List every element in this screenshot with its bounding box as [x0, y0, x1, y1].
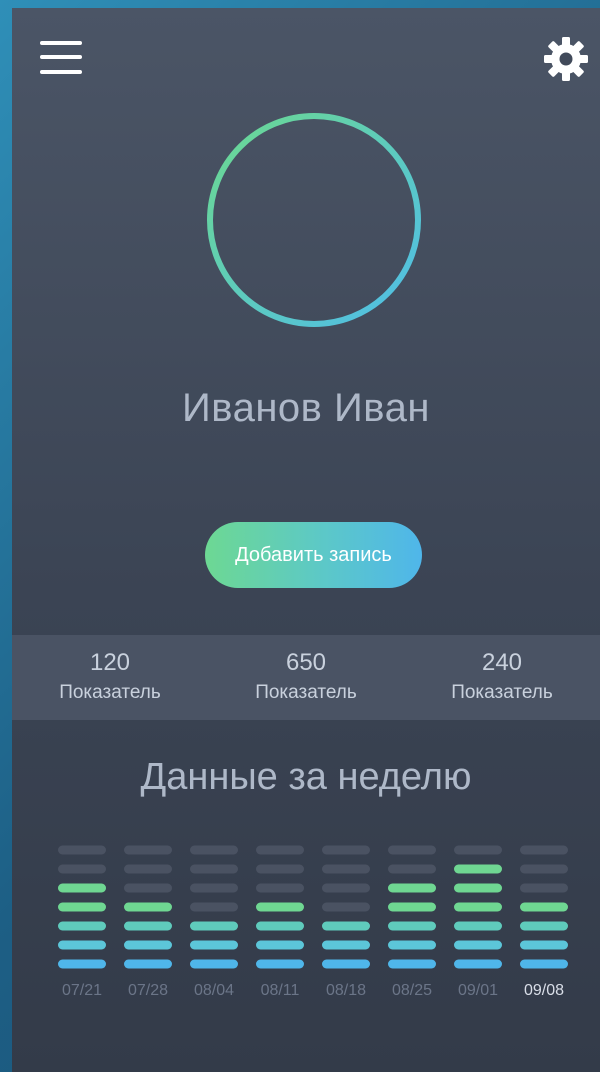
menu-line	[40, 41, 82, 45]
bar-segment-filled	[388, 883, 436, 893]
stat-value: 120	[89, 649, 131, 676]
weekly-bar-chart: 07/21 07/28 08/04 08/11 08/18 08/25 09/01 09/08	[58, 845, 568, 999]
stat-label: Показатель	[59, 682, 161, 703]
bar-segment-empty	[256, 845, 304, 855]
bar-segment-filled	[256, 902, 304, 912]
settings-button[interactable]	[542, 35, 590, 83]
bar-segment-empty	[124, 883, 172, 893]
bar-segment-empty	[58, 845, 106, 855]
week-bar-09-08	[520, 845, 568, 969]
bar-segment-empty	[322, 883, 370, 893]
bar-segment-filled	[520, 902, 568, 912]
bar-segment-filled	[256, 959, 304, 969]
week-bar-08-11	[256, 845, 304, 969]
bar-segment-filled	[58, 902, 106, 912]
bar-segment-empty	[190, 864, 238, 874]
stat-label: Показатель	[451, 682, 553, 703]
bar-segment-empty	[58, 864, 106, 874]
bar-segment-empty	[190, 883, 238, 893]
bar-segment-filled	[520, 921, 568, 931]
bar-segment-filled	[256, 940, 304, 950]
bar-segment-empty	[520, 864, 568, 874]
week-date-label[interactable]: 09/08	[524, 982, 564, 999]
user-name: Иванов Иван	[182, 386, 430, 430]
bar-segment-filled	[124, 959, 172, 969]
week-date-label[interactable]: 08/04	[194, 982, 234, 999]
bar-segment-filled	[454, 902, 502, 912]
bar-segment-filled	[190, 959, 238, 969]
gear-icon	[544, 37, 588, 81]
bar-segment-filled	[322, 959, 370, 969]
stat-value: 650	[285, 649, 327, 676]
bar-segment-filled	[256, 921, 304, 931]
menu-line	[40, 55, 82, 59]
week-date-label[interactable]: 08/11	[261, 982, 300, 999]
menu-button[interactable]	[40, 40, 82, 76]
bar-segment-empty	[190, 902, 238, 912]
bar-segment-empty	[322, 845, 370, 855]
weekly-data-title: Данные за неделю	[140, 756, 472, 798]
bar-segment-filled	[58, 959, 106, 969]
avatar-ring[interactable]	[204, 110, 424, 330]
bar-segment-filled	[190, 921, 238, 931]
bar-segment-empty	[322, 902, 370, 912]
bar-segment-empty	[520, 883, 568, 893]
bar-segment-empty	[520, 845, 568, 855]
bar-segment-filled	[58, 883, 106, 893]
bar-segment-filled	[388, 902, 436, 912]
add-record-button[interactable]: Добавить запись	[205, 522, 422, 588]
menu-line	[40, 70, 82, 74]
bar-segment-filled	[190, 940, 238, 950]
week-bar-08-25	[388, 845, 436, 969]
bar-segment-filled	[454, 883, 502, 893]
bar-segment-empty	[322, 864, 370, 874]
bar-segment-filled	[124, 940, 172, 950]
bar-segment-empty	[256, 883, 304, 893]
week-bar-09-01	[454, 845, 502, 969]
week-date-label[interactable]: 08/25	[392, 982, 432, 999]
bar-segment-filled	[124, 921, 172, 931]
bar-segment-empty	[256, 864, 304, 874]
bar-segment-filled	[322, 921, 370, 931]
stat-value: 240	[481, 649, 523, 676]
bar-segment-filled	[454, 864, 502, 874]
week-date-label[interactable]: 07/21	[62, 982, 102, 999]
week-date-label[interactable]: 07/28	[128, 982, 168, 999]
bar-segment-empty	[388, 864, 436, 874]
bar-segment-filled	[520, 959, 568, 969]
bar-segment-filled	[454, 921, 502, 931]
bar-segment-filled	[58, 940, 106, 950]
bar-segment-filled	[454, 940, 502, 950]
bar-segment-filled	[124, 902, 172, 912]
stats-bar: 120 Показатель 650 Показатель 240 Показа…	[12, 635, 600, 720]
bar-segment-empty	[388, 845, 436, 855]
bar-segment-filled	[58, 921, 106, 931]
week-bar-08-18	[322, 845, 370, 969]
bar-segment-empty	[454, 845, 502, 855]
background: Иванов Иван Добавить запись 120 Показате…	[0, 0, 600, 1072]
bar-segment-empty	[190, 845, 238, 855]
week-bar-08-04	[190, 845, 238, 969]
bar-segment-empty	[124, 864, 172, 874]
bar-segment-filled	[388, 959, 436, 969]
bar-segment-filled	[454, 959, 502, 969]
week-bar-07-21	[58, 845, 106, 969]
bar-segment-filled	[388, 921, 436, 931]
bar-segment-filled	[520, 940, 568, 950]
stat-label: Показатель	[255, 682, 357, 703]
week-bar-07-28	[124, 845, 172, 969]
bar-segment-filled	[388, 940, 436, 950]
week-date-label[interactable]: 08/18	[326, 982, 366, 999]
bar-segment-empty	[124, 845, 172, 855]
week-date-label[interactable]: 09/01	[458, 982, 498, 999]
bar-segment-filled	[322, 940, 370, 950]
app-screen: Иванов Иван Добавить запись 120 Показате…	[12, 8, 600, 1072]
